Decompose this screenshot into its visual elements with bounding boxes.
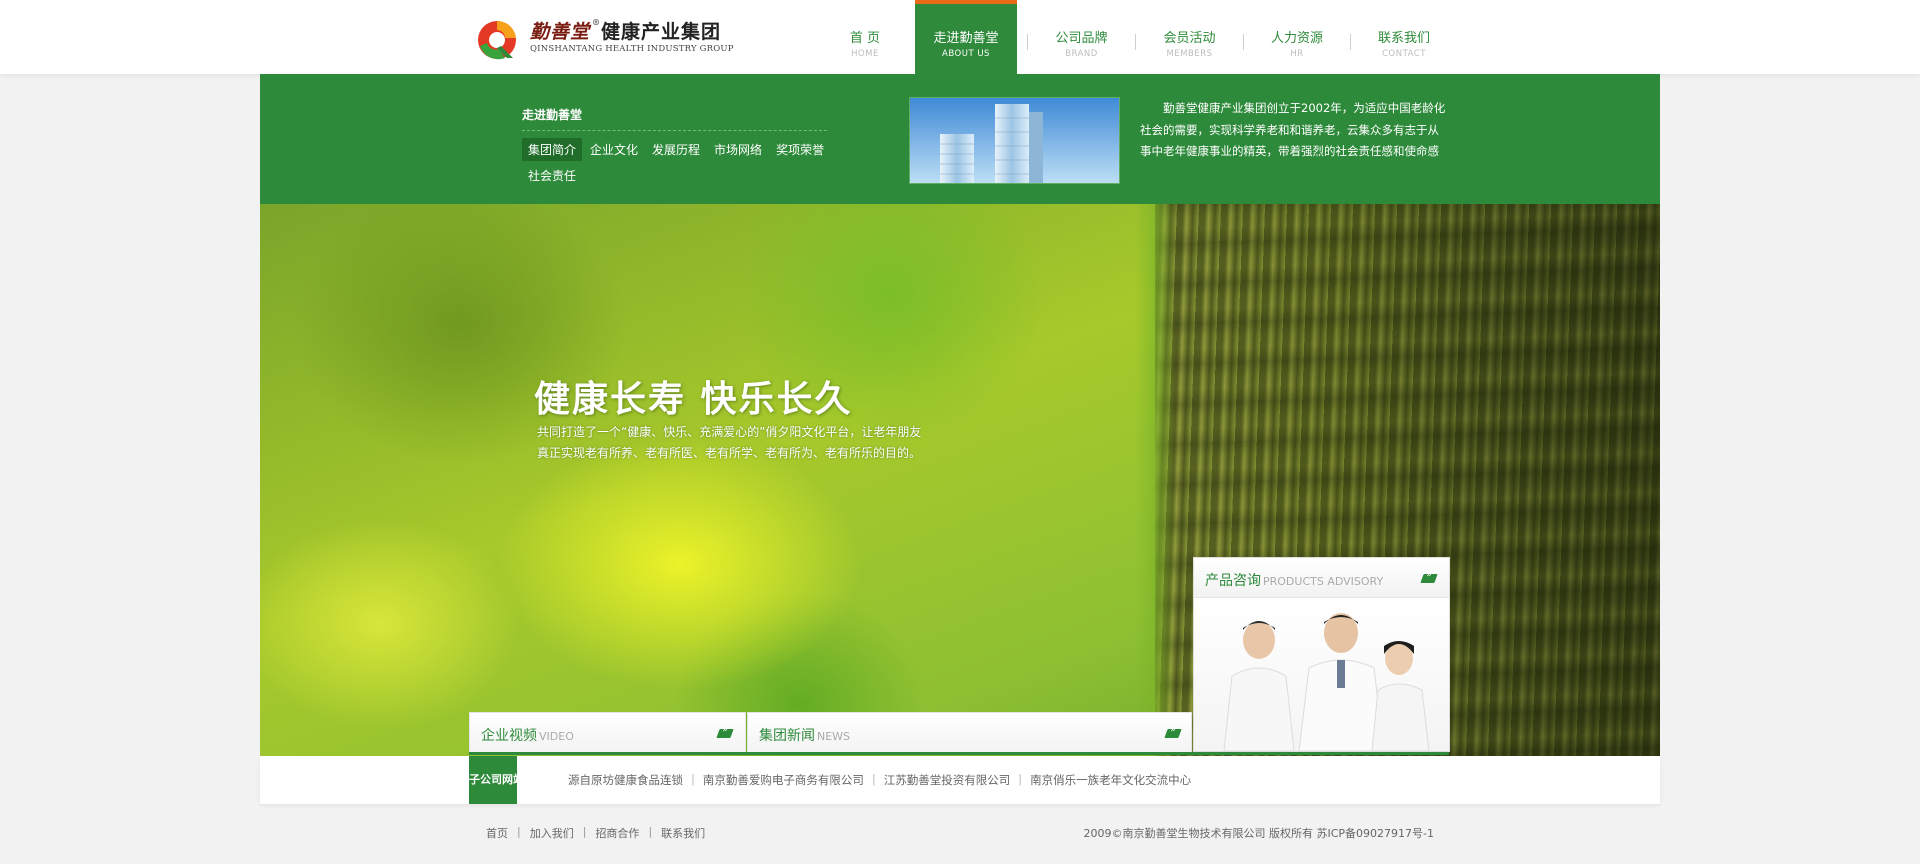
- link-separator: |: [582, 825, 587, 838]
- building-photo: [909, 97, 1120, 184]
- footer-link-home[interactable]: 首页: [486, 825, 508, 841]
- submenu-responsibility[interactable]: 社会责任: [522, 164, 582, 187]
- nav-hr-label: 人力资源: [1270, 31, 1323, 46]
- submenu-culture[interactable]: 企业文化: [584, 138, 644, 161]
- nav-about-label: 走进勤善堂: [933, 31, 999, 46]
- building-image: [910, 98, 1119, 183]
- video-panel-title: 企业视频 VIDEO: [481, 725, 574, 745]
- products-title-en: PRODUCTS ADVISORY: [1263, 575, 1384, 588]
- nav-brand[interactable]: 公司品牌 BRAND: [1028, 0, 1135, 74]
- nav-members[interactable]: 会员活动 MEMBERS: [1136, 0, 1243, 74]
- video-title-en: VIDEO: [539, 730, 574, 743]
- nav-home-sublabel: HOME: [851, 49, 879, 59]
- logo[interactable]: 勤善堂 ®健康产业集团 QINSHANTANG HEALTH INDUSTRY G…: [475, 14, 735, 64]
- doctors-image: [1223, 613, 1430, 751]
- subsidiaries-links: 源自原坊健康食品连锁 | 南京勤善爱购电子商务有限公司 | 江苏勤善堂投资有限公…: [568, 772, 1191, 788]
- more-arrow-icon[interactable]: [716, 729, 734, 738]
- nav-home[interactable]: 首 页 HOME: [815, 0, 915, 74]
- nav-brand-label: 公司品牌: [1055, 31, 1108, 46]
- subsidiary-link[interactable]: 江苏勤善堂投资有限公司: [884, 772, 1011, 788]
- products-panel-title: 产品咨询 PRODUCTS ADVISORY: [1205, 570, 1383, 590]
- about-title: 走进勤善堂: [522, 106, 827, 131]
- subsidiaries-bar: 子公司网站 源自原坊健康食品连锁 | 南京勤善爱购电子商务有限公司 | 江苏勤善…: [260, 756, 1660, 804]
- products-panel-header: 产品咨询 PRODUCTS ADVISORY: [1194, 558, 1449, 598]
- logo-text: 勤善堂 ®健康产业集团: [530, 17, 721, 44]
- submenu-history[interactable]: 发展历程: [646, 138, 706, 161]
- subsidiary-link[interactable]: 南京俏乐一族老年文化交流中心: [1030, 772, 1191, 788]
- link-separator: |: [691, 772, 695, 786]
- hero-description: 共同打造了一个“健康、快乐、充满爱心的”俏夕阳文化平台，让老年朋友真正实现老有所…: [537, 425, 922, 460]
- link-separator: |: [871, 772, 876, 786]
- registered-mark: ®: [592, 17, 602, 27]
- footer-link-investment[interactable]: 招商合作: [595, 825, 639, 841]
- news-title-cn: 集团新闻: [759, 728, 815, 744]
- video-title-cn: 企业视频: [481, 728, 537, 744]
- logo-mark-icon: [478, 20, 516, 60]
- nav-contact-sublabel: CONTACT: [1382, 49, 1426, 59]
- submenu-network[interactable]: 市场网络: [708, 138, 768, 161]
- products-panel[interactable]: 产品咨询 PRODUCTS ADVISORY: [1193, 557, 1450, 752]
- hero-banner: 健康长寿 快乐长久 共同打造了一个“健康、快乐、充满爱心的”俏夕阳文化平台，让老…: [260, 204, 1660, 756]
- logo-cn-name: 健康产业集团: [601, 21, 722, 43]
- nav-members-label: 会员活动: [1163, 31, 1216, 46]
- logo-brand: 勤善堂: [530, 21, 591, 43]
- footer-link-contact[interactable]: 联系我们: [661, 825, 705, 841]
- nav-members-sublabel: MEMBERS: [1166, 49, 1213, 59]
- nav-contact-label: 联系我们: [1377, 31, 1430, 46]
- copyright: 2009©南京勤善堂生物技术有限公司 版权所有 苏ICP备09027917号-1: [1083, 827, 1435, 840]
- nav-contact[interactable]: 联系我们 CONTACT: [1351, 0, 1457, 74]
- submenu-awards[interactable]: 奖项荣誉: [770, 138, 830, 161]
- news-panel-title: 集团新闻 NEWS: [759, 725, 850, 745]
- link-separator: |: [517, 825, 521, 838]
- panel-divider: [469, 752, 1449, 755]
- main-nav: 首 页 HOME 走进勤善堂 ABOUT US 公司品牌 BRAND 会员活动 …: [815, 0, 1457, 74]
- products-title-cn: 产品咨询: [1205, 573, 1261, 589]
- footer-links: 首页 | 加入我们 | 招商合作 | 联系我们: [486, 825, 705, 841]
- more-arrow-icon[interactable]: [1164, 729, 1182, 738]
- more-arrow-icon[interactable]: [1420, 574, 1438, 583]
- nav-hr-sublabel: HR: [1290, 49, 1304, 59]
- hero-slogan: 健康长寿 快乐长久: [534, 378, 853, 420]
- link-separator: |: [648, 825, 653, 838]
- nav-about[interactable]: 走进勤善堂 ABOUT US: [915, 0, 1017, 74]
- subsidiary-link[interactable]: 南京勤善爱购电子商务有限公司: [703, 772, 864, 788]
- news-panel[interactable]: 集团新闻 NEWS: [747, 712, 1192, 754]
- subsidiaries-label: 子公司网站: [469, 756, 524, 804]
- link-separator: |: [1018, 772, 1023, 786]
- about-submenu: 集团简介 企业文化 发展历程 市场网络 奖项荣誉 社会责任: [522, 138, 842, 190]
- nav-brand-sublabel: BRAND: [1065, 49, 1098, 59]
- nav-home-label: 首 页: [849, 31, 881, 46]
- footer-link-join[interactable]: 加入我们: [530, 825, 574, 841]
- nav-hr[interactable]: 人力资源 HR: [1244, 0, 1350, 74]
- news-title-en: NEWS: [817, 730, 851, 743]
- submenu-profile[interactable]: 集团简介: [522, 138, 583, 161]
- nav-about-sublabel: ABOUT US: [942, 49, 990, 59]
- about-intro: 勤善堂健康产业集团创立于2002年，为适应中国老龄化社会的需要，实现科学养老和和…: [1140, 101, 1446, 158]
- logo-en-name: QINSHANTANG HEALTH INDUSTRY GROUP: [530, 44, 734, 54]
- doctors-photo: [1194, 598, 1449, 751]
- subsidiary-link[interactable]: 源自原坊健康食品连锁: [568, 772, 683, 788]
- header: 勤善堂 ®健康产业集团 QINSHANTANG HEALTH INDUSTRY G…: [0, 0, 1920, 74]
- about-section: 走进勤善堂 集团简介 企业文化 发展历程 市场网络 奖项荣誉 社会责任 勤善堂健…: [260, 74, 1660, 204]
- video-panel[interactable]: 企业视频 VIDEO: [469, 712, 746, 754]
